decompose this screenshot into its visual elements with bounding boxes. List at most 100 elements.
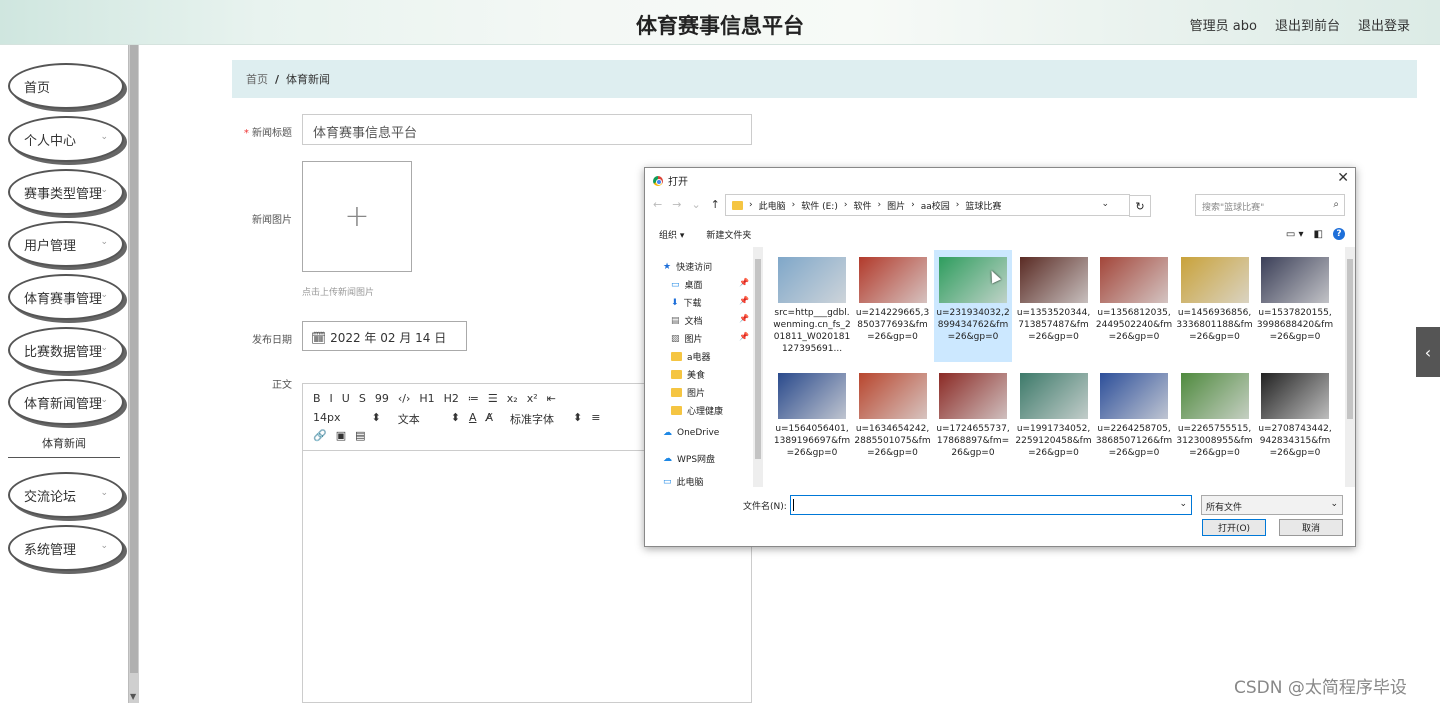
sidebar-item-2[interactable]: 赛事类型管理 ⌄ xyxy=(8,169,124,215)
path-separator-icon[interactable]: › xyxy=(749,200,753,210)
file-item[interactable]: src=http___gdbl.wenming.cn_fs_201811_W02… xyxy=(773,250,851,362)
address-bar[interactable]: › 此电脑 › 软件 (E:) › 软件 › 图片 › aa校园 › 篮球比赛 ⌄ ↻ xyxy=(725,194,1151,217)
preview-pane-icon[interactable]: ◧ xyxy=(1314,229,1323,240)
link-icon[interactable]: 🔗 xyxy=(313,429,327,442)
nav-item[interactable]: ▨ 图片 xyxy=(671,332,703,346)
path-segment[interactable]: 图片 xyxy=(887,199,905,212)
file-item[interactable]: u=1634654242,2885501075&fm=26&gp=0 xyxy=(854,366,932,478)
scroll-thumb[interactable] xyxy=(130,45,138,673)
nav-item[interactable]: 心理健康 xyxy=(671,404,723,417)
select-arrows-icon[interactable]: ⬍ xyxy=(372,411,381,427)
nav-item[interactable]: ▭ 桌面 xyxy=(671,278,703,292)
close-icon[interactable]: ✕ xyxy=(1337,170,1349,186)
chevron-down-icon[interactable]: ⌄ xyxy=(1101,199,1109,209)
editor-tool-3[interactable]: S xyxy=(359,392,366,405)
files-scrollbar[interactable] xyxy=(1345,247,1355,487)
sidebar-item-3[interactable]: 用户管理 ⌄ xyxy=(8,221,124,267)
file-item[interactable]: u=2708743442,942834315&fm=26&gp=0 xyxy=(1256,366,1334,478)
path-separator-icon[interactable]: › xyxy=(911,200,915,210)
refresh-icon[interactable]: ↻ xyxy=(1129,195,1151,217)
font-size-select[interactable]: 14px xyxy=(313,411,341,427)
editor-tool-1[interactable]: I xyxy=(330,392,333,405)
font-family-select[interactable]: 标准字体 xyxy=(510,411,554,427)
side-pull-tab[interactable]: ‹ xyxy=(1416,327,1440,377)
sidebar-item-4[interactable]: 体育赛事管理 ⌄ xyxy=(8,274,124,320)
up-icon[interactable]: ↑ xyxy=(711,198,720,211)
path-segment[interactable]: aa校园 xyxy=(921,199,950,212)
file-item[interactable]: u=231934032,2899434762&fm=26&gp=0 xyxy=(934,250,1012,362)
file-item[interactable]: u=214229665,3850377693&fm=26&gp=0 xyxy=(854,250,932,362)
recent-dropdown-icon[interactable]: ⌄ xyxy=(691,198,700,211)
editor-tool-12[interactable]: ⇤ xyxy=(547,392,556,405)
sidebar-item-8[interactable]: 系统管理 ⌄ xyxy=(8,525,124,571)
editor-tool-5[interactable]: ‹/› xyxy=(398,392,411,405)
path-segment[interactable]: 软件 (E:) xyxy=(801,199,838,212)
editor-tool-9[interactable]: ☰ xyxy=(488,392,498,405)
sidebar-scrollbar[interactable]: ▼ xyxy=(128,45,139,703)
nav-item[interactable]: a电器 xyxy=(671,350,711,363)
file-item[interactable]: u=1456936856,3336801188&fm=26&gp=0 xyxy=(1176,250,1254,362)
path-separator-icon[interactable]: › xyxy=(877,200,881,210)
new-folder-button[interactable]: 新建文件夹 xyxy=(706,228,751,241)
back-icon[interactable]: ← xyxy=(653,198,662,211)
align-icon[interactable]: ≡ xyxy=(591,411,600,427)
nav-item[interactable]: 图片 xyxy=(671,386,705,399)
editor-tool-6[interactable]: H1 xyxy=(419,392,434,405)
scroll-thumb[interactable] xyxy=(755,259,761,459)
path-separator-icon[interactable]: › xyxy=(844,200,848,210)
nav-item[interactable]: ▤ 文档 xyxy=(671,314,703,328)
editor-tool-10[interactable]: x₂ xyxy=(507,392,518,405)
filename-input[interactable]: ⌄ xyxy=(790,495,1192,515)
breadcrumb-home[interactable]: 首页 xyxy=(246,71,268,87)
filetype-select[interactable]: 所有文件 ⌄ xyxy=(1201,495,1343,515)
editor-tool-2[interactable]: U xyxy=(342,392,350,405)
date-picker[interactable]: 🗓 2022 年 02 月 14 日 xyxy=(302,321,467,351)
sidebar-item-1[interactable]: 个人中心 ⌄ xyxy=(8,116,124,162)
file-item[interactable]: u=1564056401,1389196697&fm=26&gp=0 xyxy=(773,366,851,478)
image-icon[interactable]: ▣ xyxy=(336,429,346,442)
path-separator-icon[interactable]: › xyxy=(956,200,960,210)
file-item[interactable]: u=2265755515,3123008955&fm=26&gp=0 xyxy=(1176,366,1254,478)
select-arrows-icon[interactable]: ⬍ xyxy=(573,411,582,427)
nav-item[interactable]: ▭ 此电脑 xyxy=(663,475,704,488)
path-separator-icon[interactable]: › xyxy=(792,200,796,210)
forward-icon[interactable]: → xyxy=(672,198,681,211)
nav-item[interactable]: ⬇ 下载 xyxy=(671,296,702,310)
sidebar-item-6[interactable]: 体育新闻管理 ⌄ xyxy=(8,379,124,425)
nav-item[interactable]: ☁ OneDrive xyxy=(663,428,719,438)
nav-item[interactable]: ★ 快速访问 xyxy=(663,260,712,274)
path-segment[interactable]: 篮球比赛 xyxy=(965,199,1001,212)
file-item[interactable]: u=1356812035,2449502240&fm=26&gp=0 xyxy=(1095,250,1173,362)
sidebar-item-5[interactable]: 比赛数据管理 ⌄ xyxy=(8,327,124,373)
cancel-button[interactable]: 取消 xyxy=(1279,519,1343,536)
sidebar-subitem-sports-news[interactable]: 体育新闻 xyxy=(8,428,120,458)
to-front-link[interactable]: 退出到前台 xyxy=(1275,15,1340,34)
image-upload-button[interactable]: + xyxy=(302,161,412,272)
search-input[interactable]: 搜索"篮球比赛" ⌕ xyxy=(1195,194,1345,216)
scroll-thumb[interactable] xyxy=(1347,259,1353,419)
editor-tool-4[interactable]: 99 xyxy=(375,392,389,405)
path-segment[interactable]: 此电脑 xyxy=(759,199,786,212)
path-segment[interactable]: 软件 xyxy=(853,199,871,212)
logout-link[interactable]: 退出登录 xyxy=(1358,15,1410,34)
editor-tool-8[interactable]: ≔ xyxy=(468,392,479,405)
nav-item[interactable]: 美食 xyxy=(671,368,705,381)
text-type-select[interactable]: 文本 xyxy=(398,411,420,427)
help-icon[interactable]: ? xyxy=(1333,228,1345,240)
scroll-down-icon[interactable]: ▼ xyxy=(130,692,136,701)
background-color-icon[interactable]: A̸ xyxy=(485,411,493,427)
font-color-icon[interactable]: A xyxy=(469,411,477,427)
video-icon[interactable]: ▤ xyxy=(355,429,365,442)
view-options-icon[interactable]: ▭ ▾ xyxy=(1286,229,1304,240)
sidebar-item-0[interactable]: 首页 xyxy=(8,63,124,109)
sidebar-item-7[interactable]: 交流论坛 ⌄ xyxy=(8,472,124,518)
editor-tool-0[interactable]: B xyxy=(313,392,321,405)
title-input[interactable]: 体育赛事信息平台 xyxy=(302,114,752,145)
chevron-down-icon[interactable]: ⌄ xyxy=(1179,499,1187,509)
file-item[interactable]: u=1724655737,17868897&fm=26&gp=0 xyxy=(934,366,1012,478)
organize-button[interactable]: 组织 ▾ xyxy=(659,228,684,241)
open-button[interactable]: 打开(O) xyxy=(1202,519,1266,536)
editor-tool-11[interactable]: x² xyxy=(527,392,538,405)
file-item[interactable]: u=1991734052,2259120458&fm=26&gp=0 xyxy=(1015,366,1093,478)
select-arrows-icon[interactable]: ⬍ xyxy=(451,411,460,427)
